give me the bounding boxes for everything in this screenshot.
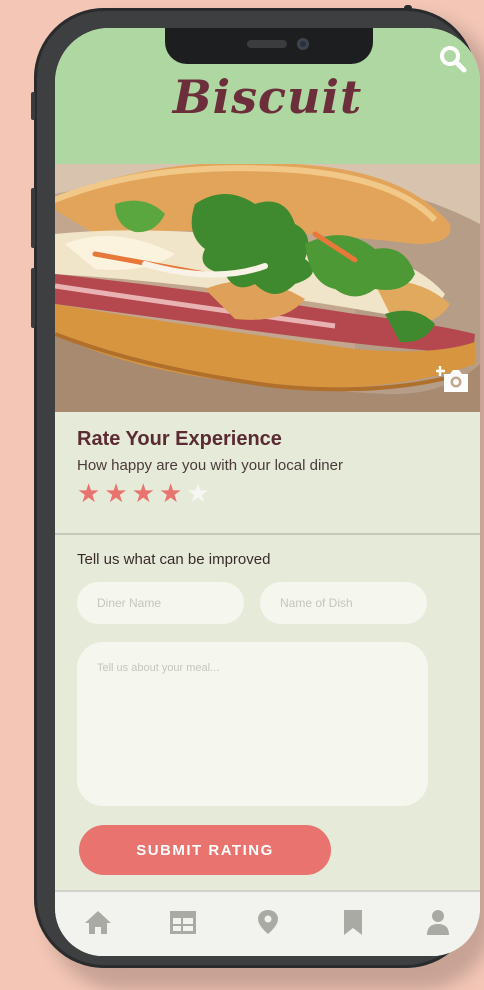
mute-switch [31, 92, 35, 120]
rating-section: Rate Your Experience How happy are you w… [77, 428, 467, 508]
section-divider [55, 533, 480, 535]
star-3[interactable]: ★ [132, 480, 155, 508]
antenna-line [404, 5, 412, 11]
location-pin-icon[interactable] [252, 908, 284, 938]
improve-section-label: Tell us what can be improved [77, 551, 271, 568]
bottom-tab-bar [55, 890, 480, 956]
star-rating: ★ ★ ★ ★ ★ [77, 480, 467, 508]
camera-plus-icon[interactable] [435, 364, 470, 394]
sandwich-illustration [55, 164, 480, 412]
meal-feedback-textarea[interactable] [77, 642, 428, 806]
star-1[interactable]: ★ [77, 480, 100, 508]
home-icon[interactable] [82, 908, 114, 938]
bookmark-icon[interactable] [337, 908, 369, 938]
speaker-grille [247, 40, 287, 48]
rating-title: Rate Your Experience [77, 428, 282, 450]
calendar-icon[interactable] [167, 908, 199, 938]
star-4[interactable]: ★ [159, 480, 182, 508]
diner-name-input[interactable] [77, 582, 244, 624]
star-2[interactable]: ★ [104, 480, 127, 508]
search-icon[interactable] [438, 44, 468, 74]
front-camera [297, 38, 309, 50]
user-icon[interactable] [422, 908, 454, 938]
app-screen: Biscuit Rate Your Experience How happy a… [55, 28, 480, 956]
app-logo: Biscuit [172, 70, 363, 124]
volume-down-button [31, 268, 35, 328]
rating-subtitle: How happy are you with your local diner [77, 457, 343, 474]
hero-food-photo [55, 164, 480, 412]
volume-up-button [31, 188, 35, 248]
submit-rating-button[interactable]: SUBMIT RATING [79, 825, 331, 875]
notch [165, 28, 373, 64]
dish-name-input[interactable] [260, 582, 427, 624]
star-5[interactable]: ★ [186, 480, 209, 508]
